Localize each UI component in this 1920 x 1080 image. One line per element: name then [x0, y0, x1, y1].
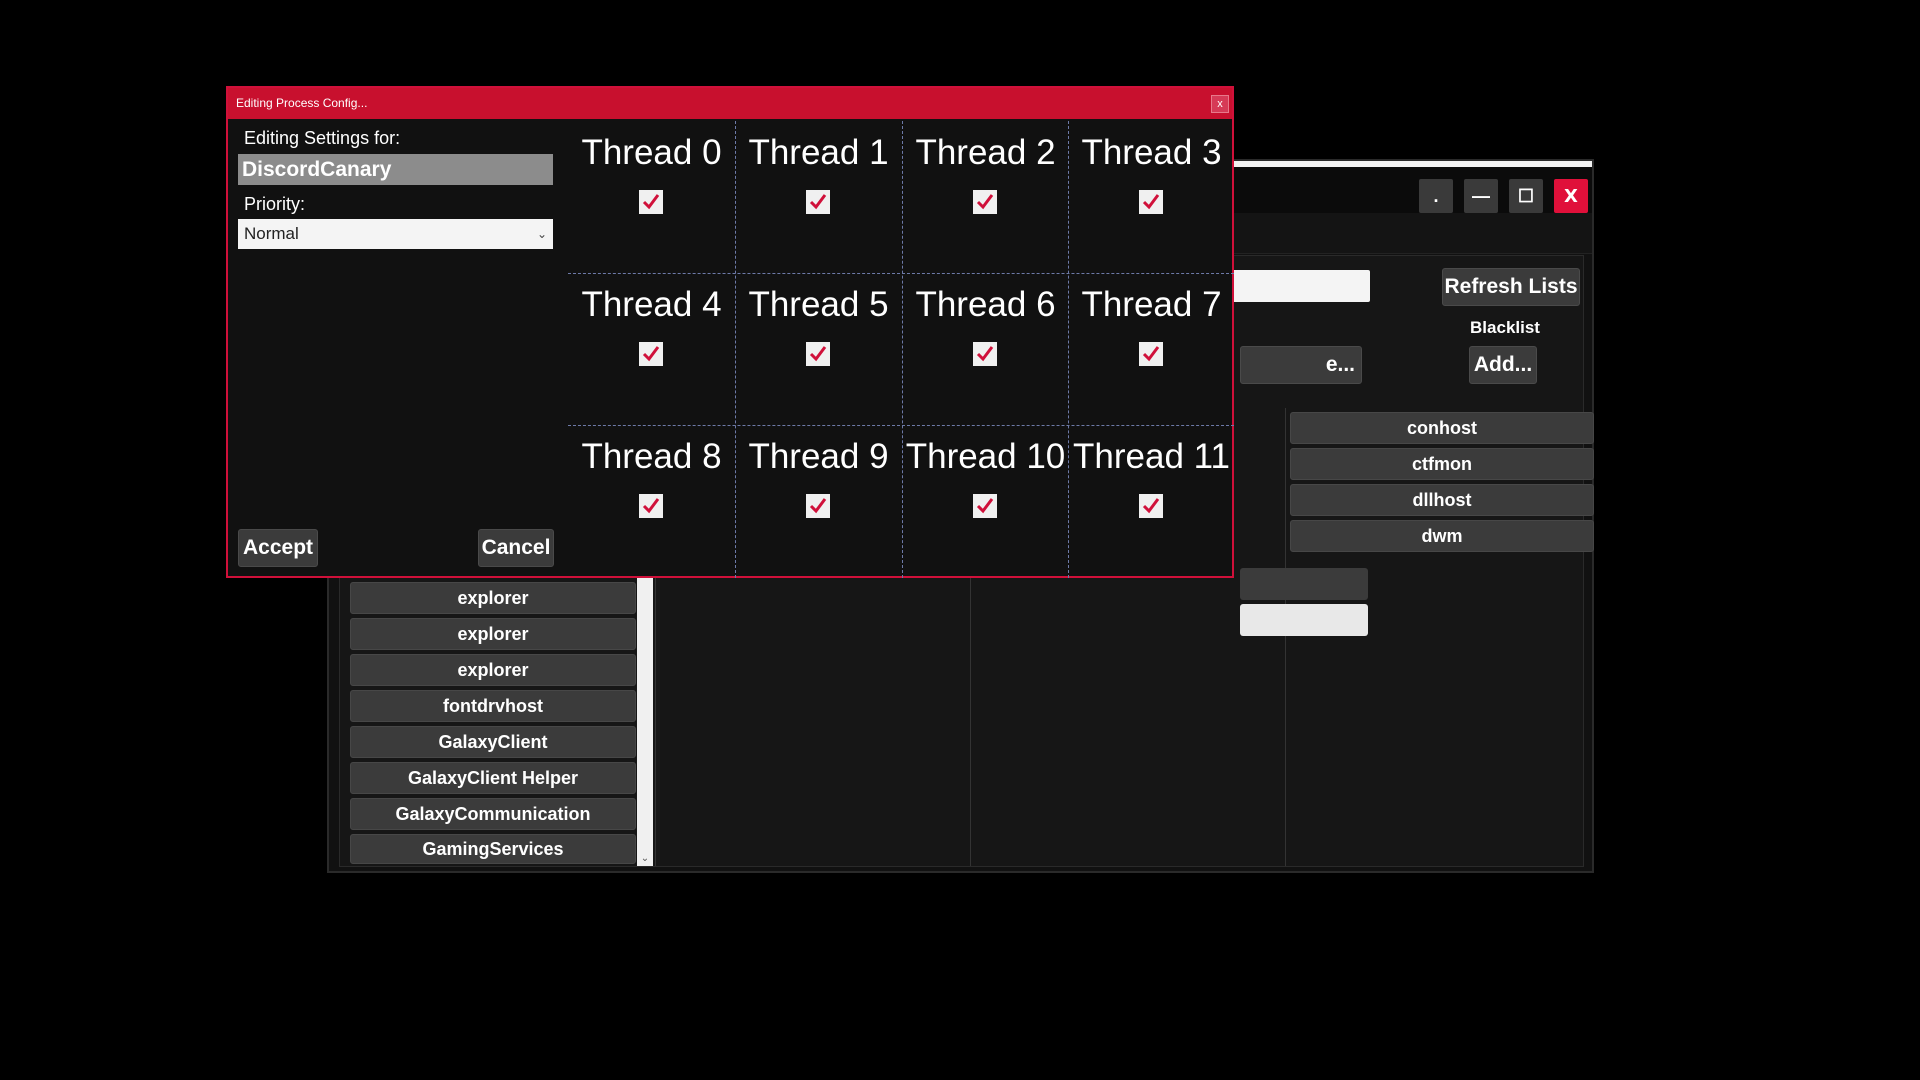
checkmark-icon	[1142, 194, 1160, 210]
checkmark-icon	[809, 346, 827, 362]
thread-checkbox[interactable]	[1139, 494, 1163, 518]
blacklist-item[interactable]: dwm	[1290, 520, 1594, 552]
thread-checkbox[interactable]	[639, 190, 663, 214]
blacklist-add-button[interactable]: Add...	[1469, 346, 1537, 384]
close-button[interactable]: X	[1554, 179, 1588, 213]
dialog-titlebar: Editing Process Config... x	[228, 88, 1232, 119]
thread-cell: Thread 8	[568, 425, 735, 577]
column-divider	[1285, 408, 1286, 866]
process-list-item[interactable]: GalaxyClient Helper	[350, 762, 636, 794]
thread-cell: Thread 2	[902, 121, 1069, 273]
thread-cell: Thread 11	[1068, 425, 1235, 577]
checkmark-icon	[976, 346, 994, 362]
thread-label: Thread 4	[581, 285, 722, 324]
maximize-button[interactable]: ☐	[1509, 179, 1543, 213]
editing-label: Editing Settings for:	[244, 128, 401, 148]
blacklist-item[interactable]: ctfmon	[1290, 448, 1594, 480]
thread-label: Thread 0	[581, 133, 722, 172]
thread-checkbox[interactable]	[639, 494, 663, 518]
checkmark-icon	[976, 194, 994, 210]
thread-label: Thread 11	[1073, 437, 1230, 476]
process-list-item[interactable]: GamingServices	[350, 834, 636, 864]
thread-label: Thread 7	[1081, 285, 1222, 324]
thread-checkbox[interactable]	[973, 342, 997, 366]
thread-label: Thread 5	[748, 285, 889, 324]
dialog-title: Editing Process Config...	[236, 96, 368, 110]
thread-cell: Thread 5	[735, 273, 902, 425]
priority-value: Normal	[244, 224, 299, 243]
list-item[interactable]	[1240, 568, 1368, 600]
thread-affinity-grid: Thread 0 Thread 1 Thread 2 Thread 3 Thre…	[568, 121, 1234, 578]
thread-checkbox[interactable]	[806, 494, 830, 518]
thread-cell: Thread 6	[902, 273, 1069, 425]
checkmark-icon	[1142, 346, 1160, 362]
blacklist-item[interactable]: dllhost	[1290, 484, 1594, 516]
accept-button[interactable]: Accept	[238, 529, 318, 567]
process-list-item[interactable]: fontdrvhost	[350, 690, 636, 722]
checkmark-icon	[976, 498, 994, 514]
thread-checkbox[interactable]	[973, 494, 997, 518]
thread-cell: Thread 1	[735, 121, 902, 273]
blacklist-heading: Blacklist	[1470, 318, 1540, 337]
cancel-button[interactable]: Cancel	[478, 529, 554, 567]
chevron-down-icon: ⌄	[536, 227, 547, 241]
list-item-selected[interactable]	[1240, 604, 1368, 636]
thread-checkbox[interactable]	[806, 342, 830, 366]
thread-cell: Thread 4	[568, 273, 735, 425]
thread-checkbox[interactable]	[639, 342, 663, 366]
thread-cell: Thread 10	[902, 425, 1069, 577]
thread-checkbox[interactable]	[1139, 342, 1163, 366]
checkmark-icon	[642, 346, 660, 362]
thread-label: Thread 8	[581, 437, 722, 476]
thread-label: Thread 3	[1081, 133, 1222, 172]
process-list-item[interactable]: explorer	[350, 582, 636, 614]
checkmark-icon	[642, 194, 660, 210]
process-list-item[interactable]: explorer	[350, 618, 636, 650]
thread-cell: Thread 0	[568, 121, 735, 273]
dot-button[interactable]: .	[1419, 179, 1453, 213]
checkmark-icon	[642, 498, 660, 514]
blacklist-item[interactable]: conhost	[1290, 412, 1594, 444]
thread-label: Thread 2	[915, 133, 1056, 172]
thread-label: Thread 10	[905, 437, 1066, 476]
checkmark-icon	[809, 194, 827, 210]
process-list-item[interactable]: GalaxyCommunication	[350, 798, 636, 830]
process-list-item[interactable]: explorer	[350, 654, 636, 686]
thread-cell: Thread 3	[1068, 121, 1235, 273]
checkmark-icon	[809, 498, 827, 514]
thread-label: Thread 9	[748, 437, 889, 476]
thread-cell: Thread 7	[1068, 273, 1235, 425]
thread-label: Thread 6	[915, 285, 1056, 324]
edit-process-dialog: Editing Process Config... x Editing Sett…	[226, 86, 1234, 578]
thread-checkbox[interactable]	[1139, 190, 1163, 214]
whitelist-add-button[interactable]: e...	[1240, 346, 1362, 384]
priority-select[interactable]: Normal ⌄	[238, 219, 553, 249]
scroll-down-icon[interactable]: ⌄	[637, 852, 653, 866]
thread-cell: Thread 9	[735, 425, 902, 577]
thread-checkbox[interactable]	[806, 190, 830, 214]
thread-checkbox[interactable]	[973, 190, 997, 214]
process-name-field: DiscordCanary	[238, 154, 553, 185]
priority-label: Priority:	[244, 194, 306, 214]
refresh-lists-button[interactable]: Refresh Lists	[1442, 268, 1580, 306]
checkmark-icon	[1142, 498, 1160, 514]
dialog-close-button[interactable]: x	[1211, 95, 1229, 113]
minimize-button[interactable]: —	[1464, 179, 1498, 213]
process-list-item[interactable]: GalaxyClient	[350, 726, 636, 758]
thread-label: Thread 1	[748, 133, 889, 172]
